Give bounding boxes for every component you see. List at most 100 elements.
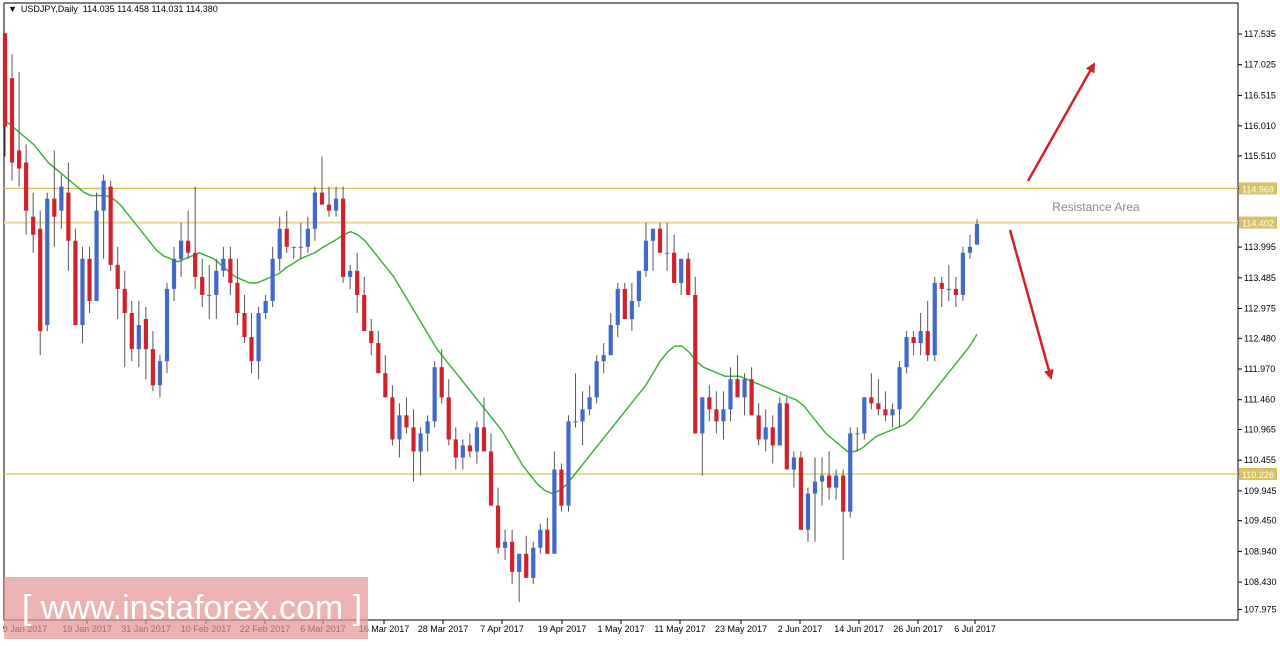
y-tick-label: 109.450 <box>1244 516 1277 526</box>
candle <box>826 451 832 500</box>
candle-body <box>150 349 156 386</box>
candle <box>425 415 430 452</box>
candle-body <box>953 288 958 295</box>
x-tick-label: 11 May 2017 <box>654 624 705 634</box>
y-tick-label: 108.430 <box>1244 577 1277 587</box>
candle <box>136 300 141 368</box>
candle-body <box>834 475 839 488</box>
ohlc-values: 114.035 114.458 114.031 114.380 <box>82 4 218 14</box>
candle <box>728 367 733 422</box>
y-tick-label: 117.025 <box>1244 60 1276 70</box>
candle-body <box>566 421 571 506</box>
candle-body <box>897 367 902 410</box>
candle <box>150 331 156 392</box>
candle <box>383 355 388 398</box>
candle-body <box>876 403 881 410</box>
candle-body <box>883 409 888 416</box>
y-tick-label: 111.970 <box>1244 364 1275 374</box>
x-tick-label: 7 Apr 2017 <box>480 624 524 634</box>
candle-body <box>108 186 113 265</box>
candle <box>171 246 177 301</box>
candle-body <box>488 451 494 506</box>
candle-body <box>122 288 127 314</box>
candle-body <box>608 325 613 356</box>
candle <box>228 246 233 295</box>
candle-body <box>974 223 980 245</box>
candle <box>157 355 163 398</box>
candle-body <box>157 361 163 386</box>
y-tick-label: 112.480 <box>1244 333 1276 343</box>
candle-body <box>94 210 99 301</box>
candle-body <box>418 433 423 452</box>
level-price-label: 110.226 <box>1242 470 1274 480</box>
y-tick-label: 110.455 <box>1244 455 1276 465</box>
candle-body <box>939 282 944 289</box>
candle <box>664 222 670 271</box>
candle <box>467 433 472 458</box>
candle <box>714 391 719 434</box>
candle-body <box>932 282 937 356</box>
candle <box>460 439 465 470</box>
candle-body <box>819 475 825 482</box>
candle <box>340 186 346 283</box>
candle <box>52 150 57 247</box>
candle-body <box>481 427 487 452</box>
candle <box>270 246 275 307</box>
candle-body <box>770 427 775 446</box>
candle <box>862 397 867 440</box>
candle <box>122 270 127 368</box>
candle-body <box>87 258 92 301</box>
candle <box>186 210 191 259</box>
candle-body <box>383 373 388 398</box>
arrow-up-right <box>1026 62 1096 182</box>
candle-body <box>38 228 43 332</box>
candle <box>73 228 78 326</box>
candle <box>312 186 318 241</box>
candle <box>38 210 43 356</box>
triangle-down-icon[interactable]: ▼ <box>8 4 17 14</box>
candle-body <box>235 282 240 314</box>
candle-body <box>650 228 656 241</box>
x-tick-label: 19 Apr 2017 <box>538 624 587 634</box>
candle-body <box>728 379 733 410</box>
candle-body <box>573 421 578 423</box>
candle <box>178 222 184 277</box>
candle-body <box>200 276 205 295</box>
candle <box>763 409 768 452</box>
candle <box>622 282 627 320</box>
candle <box>721 391 726 440</box>
candle-body <box>524 553 529 578</box>
candle-body <box>242 313 247 338</box>
candle-body <box>66 192 71 241</box>
candle <box>446 379 451 446</box>
candle <box>777 397 782 446</box>
y-tick-label: 117.535 <box>1244 29 1276 39</box>
candle-body <box>439 367 444 398</box>
candle <box>200 258 205 307</box>
candle-body <box>129 313 134 350</box>
candle-body <box>186 240 191 253</box>
candle-body <box>967 246 973 253</box>
candle-body <box>207 294 212 296</box>
candle <box>80 246 85 344</box>
candle-body <box>263 300 268 314</box>
candle <box>432 361 437 428</box>
candle <box>474 421 480 464</box>
watermark: [ www.instaforex.com ] <box>4 577 368 639</box>
candle <box>16 72 22 187</box>
candle <box>495 487 501 554</box>
candle-body <box>538 529 543 548</box>
candle-body <box>615 288 620 326</box>
candle <box>404 397 409 434</box>
candle-body <box>763 427 768 440</box>
candle-body <box>777 403 782 446</box>
candle <box>566 415 571 512</box>
candle-body <box>143 319 148 350</box>
candle-body <box>869 397 874 404</box>
candle <box>848 427 853 518</box>
candle-body <box>397 415 402 440</box>
candle <box>390 385 395 446</box>
candle-body <box>256 313 261 362</box>
candle <box>876 379 881 416</box>
candle-body <box>918 331 923 344</box>
